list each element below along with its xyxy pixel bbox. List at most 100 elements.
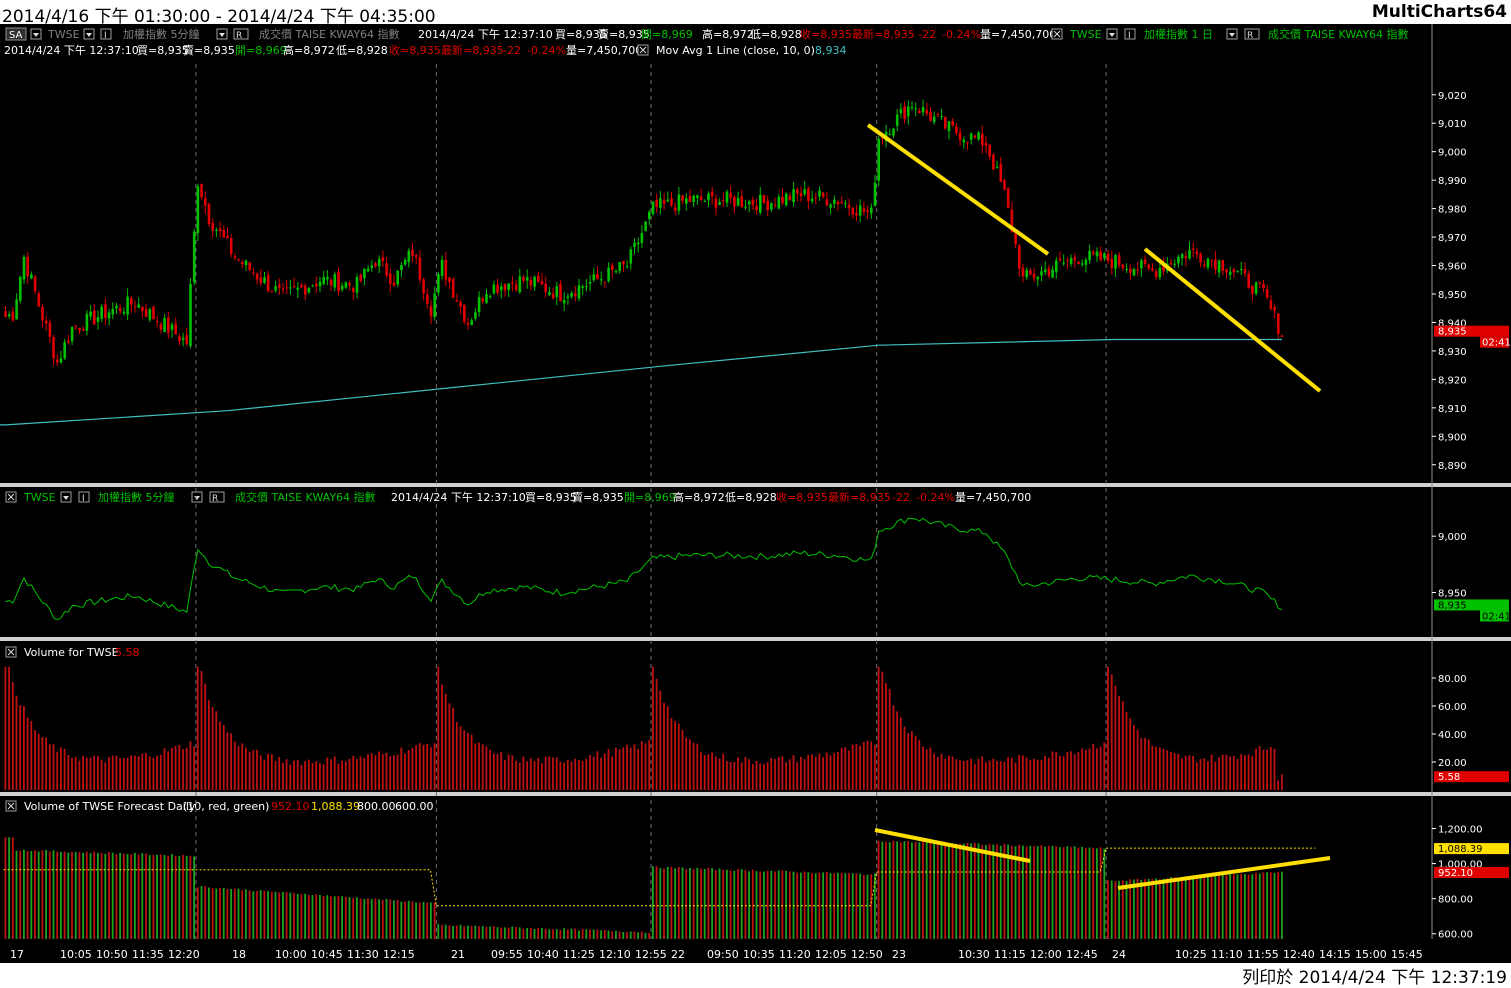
candle-body	[1077, 261, 1080, 265]
candle-body	[488, 295, 492, 297]
candle-body	[233, 256, 237, 259]
pane-divider[interactable]	[0, 637, 1511, 641]
chart-area[interactable]: SA TWSE I 加權指數 5分鐘 R 成交價 TAISE KWAY64 指數…	[0, 24, 1511, 963]
forecast-bar	[948, 843, 950, 939]
forecast-bar	[226, 888, 229, 939]
volume-bar	[1144, 737, 1146, 790]
volume-bar	[19, 705, 22, 790]
pane-divider[interactable]	[0, 792, 1511, 796]
forecast-bar	[507, 927, 510, 939]
candle-body	[52, 337, 55, 359]
candle-body	[907, 106, 910, 117]
forecast-bar	[463, 926, 466, 939]
volume-bar	[1121, 701, 1124, 790]
forecast-bar	[1214, 876, 1217, 939]
candle-body	[1003, 180, 1006, 190]
volume-bar	[478, 742, 480, 790]
volume-bar	[689, 739, 691, 790]
volume-bar	[955, 759, 958, 790]
volume-bar	[781, 756, 784, 790]
candle-body	[374, 263, 377, 267]
candle-body	[59, 358, 63, 363]
sa-button-label: SA	[9, 30, 23, 41]
forecast-bar	[418, 902, 421, 939]
instrument-name: 加權指數 5分鐘	[98, 490, 175, 504]
candle-body	[840, 201, 843, 204]
candle-body	[514, 284, 518, 290]
volume-bar	[1262, 749, 1265, 790]
forecast-bar	[348, 897, 351, 939]
volume-bar	[936, 756, 939, 790]
volume-bar	[944, 758, 947, 790]
volume-bar	[296, 759, 299, 790]
forecast-bar	[1184, 876, 1187, 939]
forecast-bar	[34, 850, 36, 939]
candle-body	[270, 290, 274, 292]
volume-bar	[896, 711, 898, 790]
candle-body	[1132, 269, 1136, 276]
volume-bar	[751, 764, 754, 790]
volume-bar	[674, 720, 676, 790]
forecast-bar	[481, 926, 484, 939]
x-axis-label: 21	[451, 948, 465, 961]
y-axis-label: 1,200.00	[1438, 825, 1483, 836]
forecast-bar	[1173, 877, 1176, 939]
volume-bar	[633, 744, 636, 790]
x-axis-label: 10:40	[527, 948, 559, 961]
candle-body	[1125, 268, 1128, 270]
forecast-bar	[911, 842, 913, 939]
candle-body	[744, 206, 747, 208]
quote-close: 收=8,935	[800, 27, 852, 41]
title-bar: 2014/4/16 下午 01:30:00 - 2014/4/24 下午 04:…	[0, 0, 1511, 27]
volume-bar	[71, 757, 73, 790]
candle-body	[1154, 271, 1158, 277]
forecast-bar	[41, 850, 44, 939]
candle-body	[929, 112, 932, 121]
candle-body	[1195, 251, 1199, 255]
candle-body	[892, 128, 895, 136]
forecast-bar	[785, 870, 787, 939]
candle-body	[385, 263, 388, 276]
volume-bar	[1103, 742, 1106, 790]
candle-body	[366, 268, 370, 272]
forecast-bar	[811, 873, 813, 939]
forecast-bar	[1203, 876, 1206, 939]
volume-bar	[159, 754, 162, 790]
volume-bar	[389, 756, 392, 790]
candle-body	[814, 197, 818, 199]
forecast-bar	[566, 929, 569, 939]
volume-bar	[855, 744, 858, 790]
forecast-bar	[130, 854, 133, 939]
volume-bar	[237, 746, 240, 790]
candle-body	[200, 183, 203, 198]
candle-body	[729, 193, 732, 198]
candle-body	[1129, 268, 1132, 274]
forecast-bar	[196, 887, 199, 939]
pane-divider[interactable]	[0, 483, 1511, 487]
forecast-bar	[814, 873, 817, 939]
x-axis-label: 09:55	[491, 948, 523, 961]
volume-bar	[504, 759, 506, 790]
volume-bar	[4, 666, 7, 790]
volume-bar	[1195, 762, 1198, 790]
forecast-bar	[393, 900, 395, 939]
x-axis-label: 12:45	[1066, 948, 1098, 961]
volume-bar	[485, 746, 488, 790]
forecast-bar	[85, 851, 88, 939]
volume-bar	[1022, 755, 1024, 790]
chart-svg[interactable]: SA TWSE I 加權指數 5分鐘 R 成交價 TAISE KWAY64 指數…	[0, 24, 1511, 963]
volume-bar	[378, 751, 380, 790]
candle-body	[870, 207, 873, 214]
volume-bar	[981, 756, 984, 790]
candle-body	[525, 277, 529, 281]
forecast-bar	[326, 895, 329, 939]
candle-body	[799, 193, 803, 197]
instrument-name-2: 加權指數 1 日	[1144, 27, 1213, 41]
forecast-bar	[45, 849, 47, 939]
candle-body	[470, 320, 473, 325]
candle-body	[474, 312, 477, 319]
candle-body	[340, 285, 344, 290]
forecast-bar	[307, 895, 310, 939]
candle-body	[363, 268, 366, 279]
volume-bar	[825, 752, 828, 790]
